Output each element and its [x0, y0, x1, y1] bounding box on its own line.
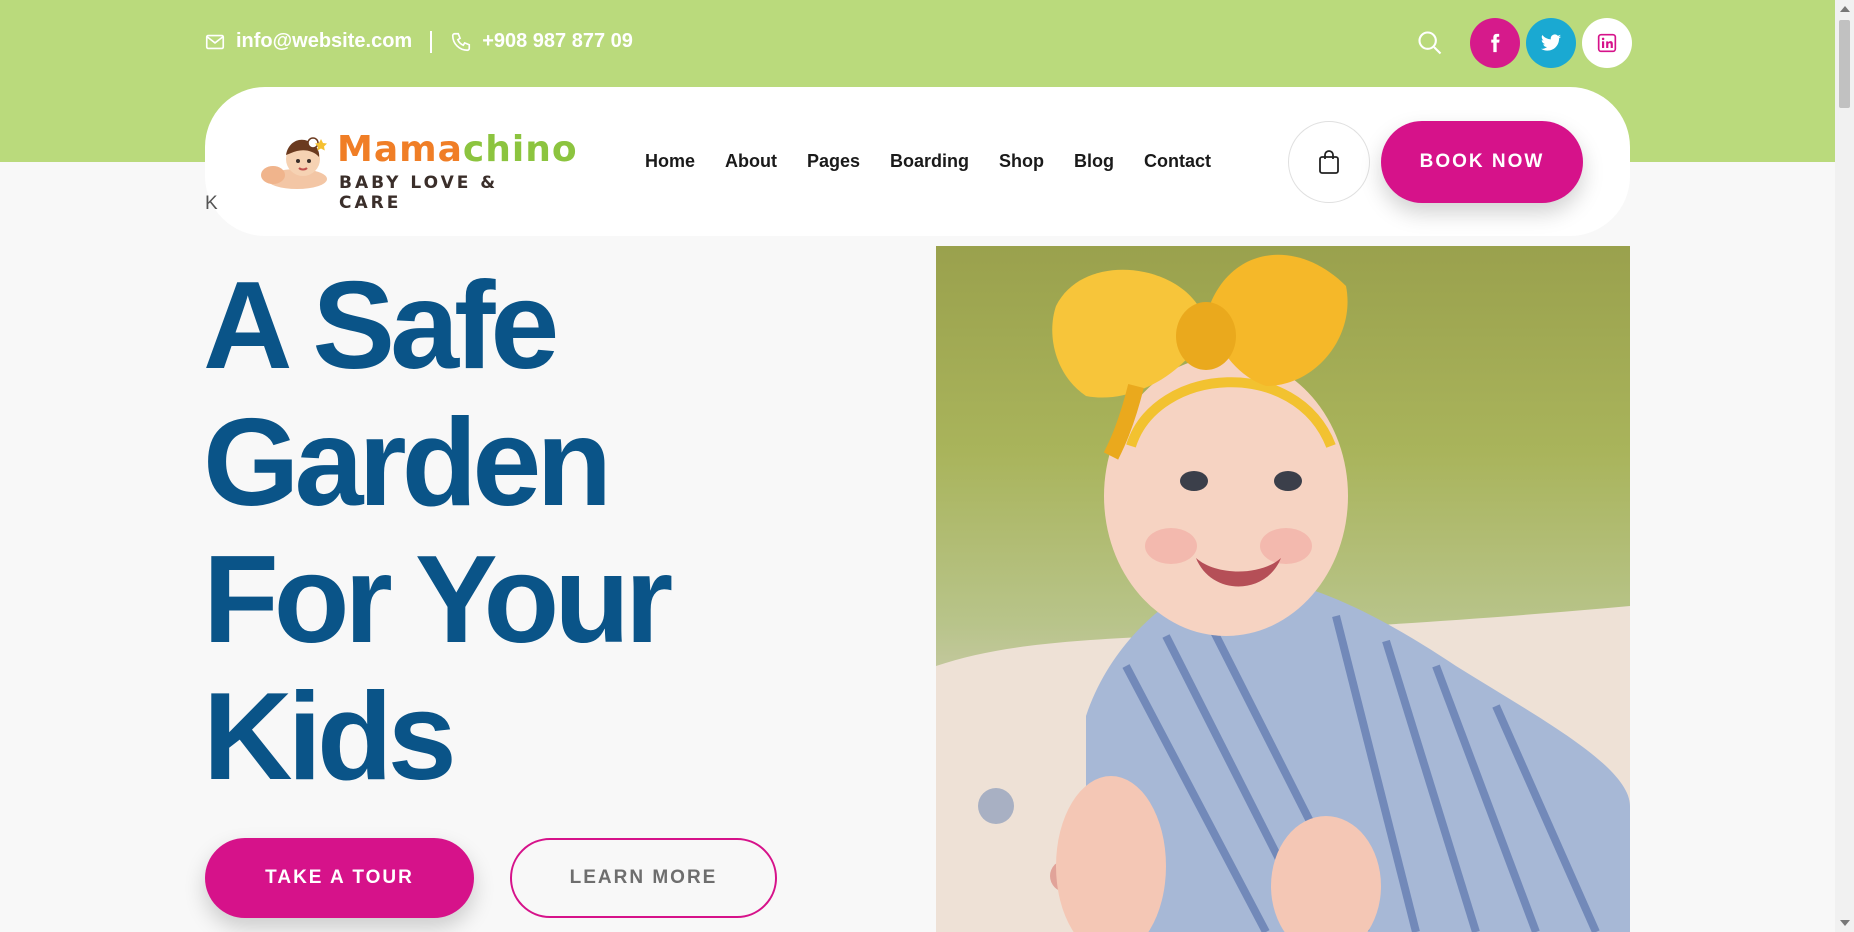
headline-line-3: For Your [203, 531, 673, 669]
headline-line-1: A Safe [203, 257, 559, 395]
hero-headline: A Safe Garden For Your Kids [203, 258, 903, 806]
logo-title-chino: chino [462, 129, 578, 170]
main-navbar: Mamachino BABY LOVE & CARE Home About Pa… [205, 87, 1630, 236]
nav-about[interactable]: About [725, 151, 777, 172]
main-menu: Home About Pages Boarding Shop Blog Cont… [645, 151, 1241, 172]
search-button[interactable] [1414, 27, 1446, 59]
logo-title: Mamachino [337, 129, 578, 170]
mail-icon [205, 34, 225, 49]
search-icon [1418, 31, 1442, 55]
hero-photo [936, 246, 1630, 932]
phone-text: +908 987 877 09 [482, 30, 633, 52]
cart-button[interactable] [1288, 121, 1370, 203]
nav-home[interactable]: Home [645, 151, 695, 172]
baby-mascot-icon [261, 137, 327, 189]
phone-link[interactable]: +908 987 877 09 [450, 30, 633, 53]
book-now-button[interactable]: BOOK NOW [1381, 121, 1583, 203]
email-link[interactable]: info@website.com [204, 30, 412, 53]
learn-more-button[interactable]: LEARN MORE [510, 838, 777, 918]
headline-line-2: Garden [203, 394, 612, 532]
scroll-down-arrow[interactable] [1840, 920, 1850, 926]
linkedin-icon [1597, 33, 1617, 53]
linkedin-button[interactable] [1582, 18, 1632, 68]
email-text: info@website.com [236, 30, 413, 52]
nav-boarding[interactable]: Boarding [890, 151, 969, 172]
twitter-button[interactable] [1526, 18, 1576, 68]
nav-shop[interactable]: Shop [999, 151, 1044, 172]
divider [430, 30, 433, 53]
shopping-bag-icon [1319, 150, 1339, 174]
nav-contact[interactable]: Contact [1144, 151, 1211, 172]
scroll-up-arrow[interactable] [1840, 6, 1850, 12]
breadcrumb: K [205, 193, 218, 214]
facebook-button[interactable] [1470, 18, 1520, 68]
logo-title-mama: Mama [337, 129, 463, 170]
take-a-tour-button[interactable]: TAKE A TOUR [205, 838, 474, 918]
top-actions [1414, 18, 1632, 68]
baby-photo-illustration [936, 254, 1630, 932]
nav-blog[interactable]: Blog [1074, 151, 1114, 172]
page-scrollbar[interactable] [1835, 0, 1854, 932]
nav-pages[interactable]: Pages [807, 151, 860, 172]
facebook-icon [1491, 33, 1500, 53]
headline-line-4: Kids [203, 668, 457, 806]
scroll-thumb[interactable] [1839, 20, 1850, 108]
phone-icon [452, 32, 471, 51]
logo-subtitle: BABY LOVE & CARE [339, 173, 499, 213]
logo[interactable]: Mamachino BABY LOVE & CARE [253, 129, 577, 213]
twitter-icon [1540, 34, 1562, 51]
contact-info: info@website.com +908 987 877 09 [204, 30, 633, 53]
